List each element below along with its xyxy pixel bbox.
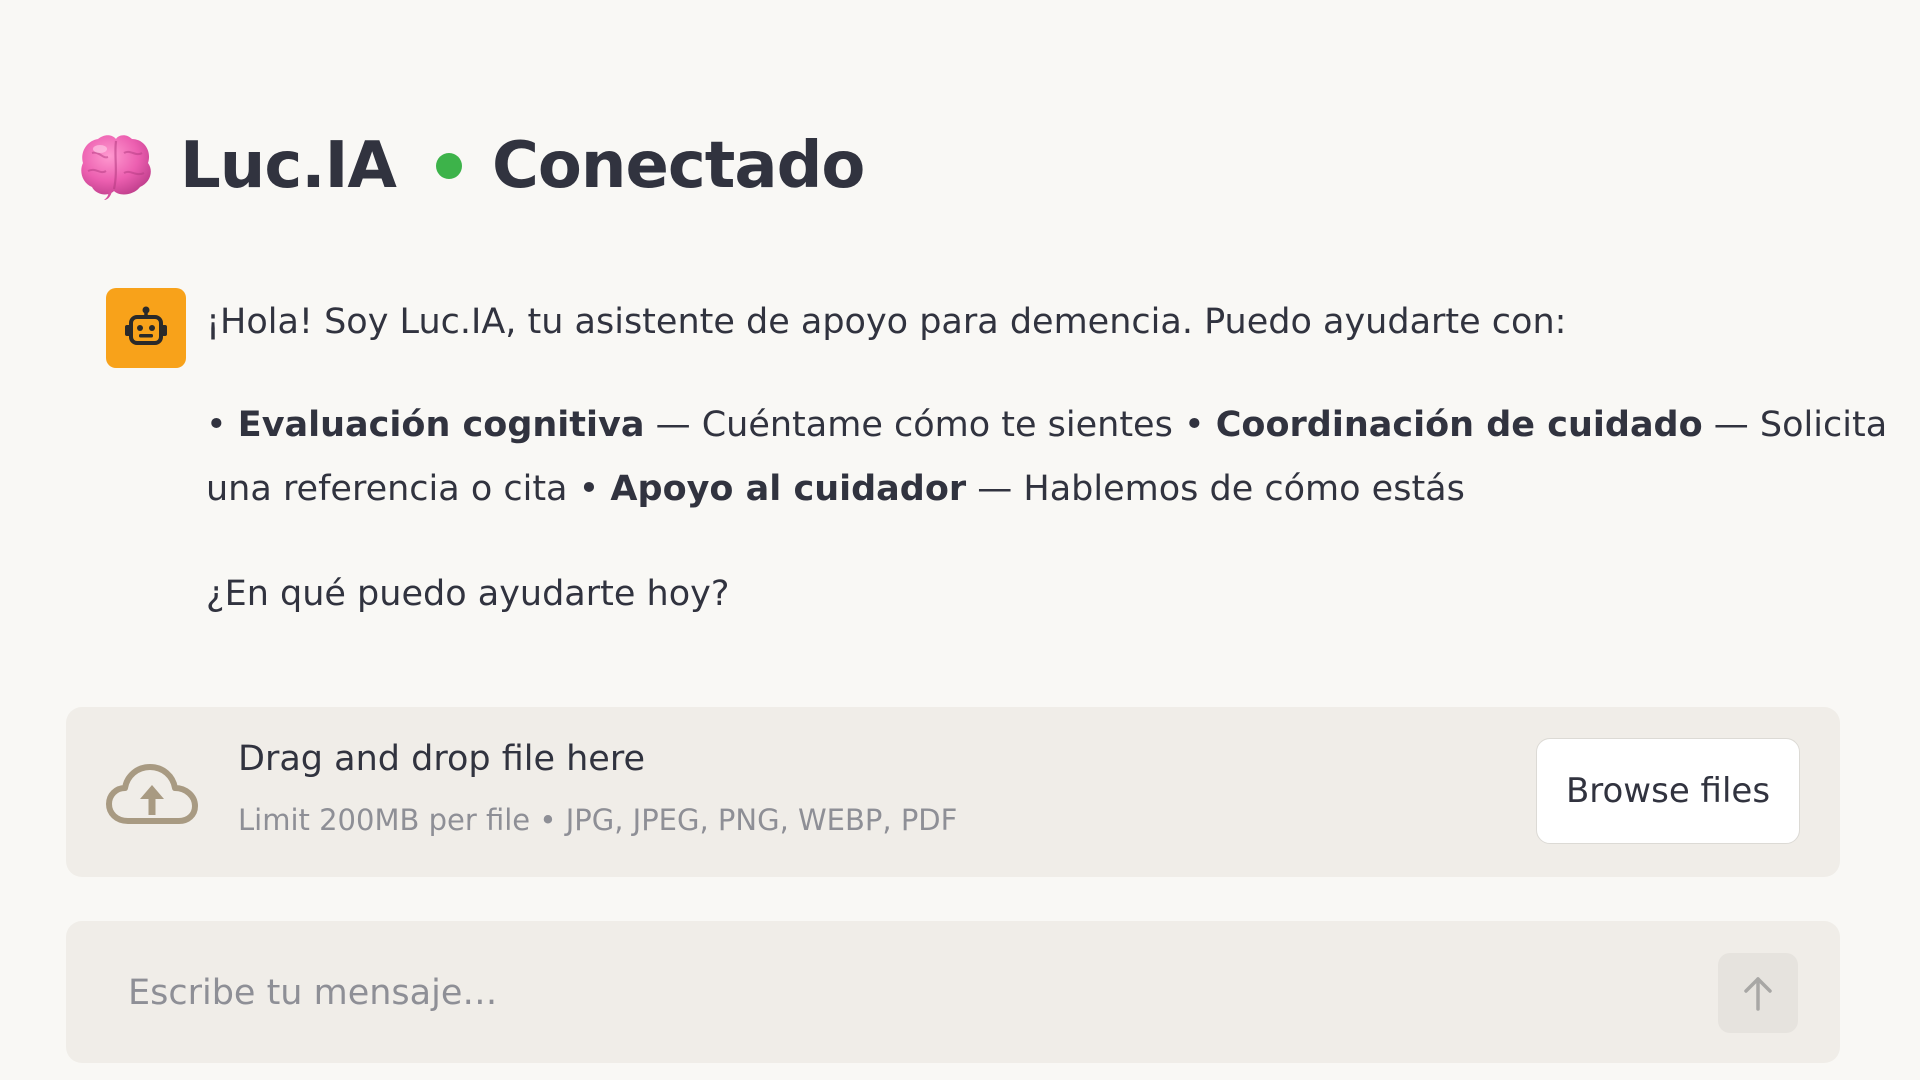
list-item-bullet: • [578, 469, 611, 509]
list-item-description: — Hablemos de cómo estás [966, 469, 1465, 509]
list-item-title: Apoyo al cuidador [610, 469, 967, 509]
message-question: ¿En qué puedo ayudarte hoy? [206, 574, 730, 614]
dropzone-title: Drag and drop file here [238, 739, 645, 779]
connection-status: Conectado [491, 129, 865, 203]
robot-icon [125, 306, 167, 345]
list-item-bullet: • [206, 405, 238, 445]
browse-files-button[interactable]: Browse files [1536, 738, 1800, 844]
list-item-description: — Cuéntame cómo te sientes [644, 405, 1184, 445]
chat-input-bar [66, 921, 1840, 1065]
send-button[interactable] [1718, 953, 1798, 1033]
assistant-avatar [106, 288, 186, 368]
dropzone-limit-text: Limit 200MB per file • JPG, JPEG, PNG, W… [238, 803, 958, 837]
status-indicator-dot [435, 153, 462, 179]
list-item-title: Coordinación de cuidado [1215, 405, 1703, 445]
list-item-bullet: • [1183, 405, 1216, 445]
message-input[interactable] [126, 921, 1690, 1065]
file-dropzone[interactable]: Drag and drop file here Limit 200MB per … [66, 707, 1840, 877]
app-header: Luc.IA Conectado [78, 118, 865, 214]
list-item-title: Evaluación cognitiva [237, 405, 645, 445]
chat-page: Luc.IA Conectado ¡Hola! Soy Luc.IA, tu a… [0, 0, 1920, 1080]
capabilities-list: • Evaluación cognitiva — Cuéntame cómo t… [206, 393, 1906, 521]
cloud-upload-icon [106, 764, 198, 824]
arrow-up-icon [1744, 977, 1772, 1011]
brain-icon [81, 135, 151, 200]
message-intro: ¡Hola! Soy Luc.IA, tu asistente de apoyo… [206, 302, 1567, 342]
app-title: Luc.IA [180, 129, 397, 203]
